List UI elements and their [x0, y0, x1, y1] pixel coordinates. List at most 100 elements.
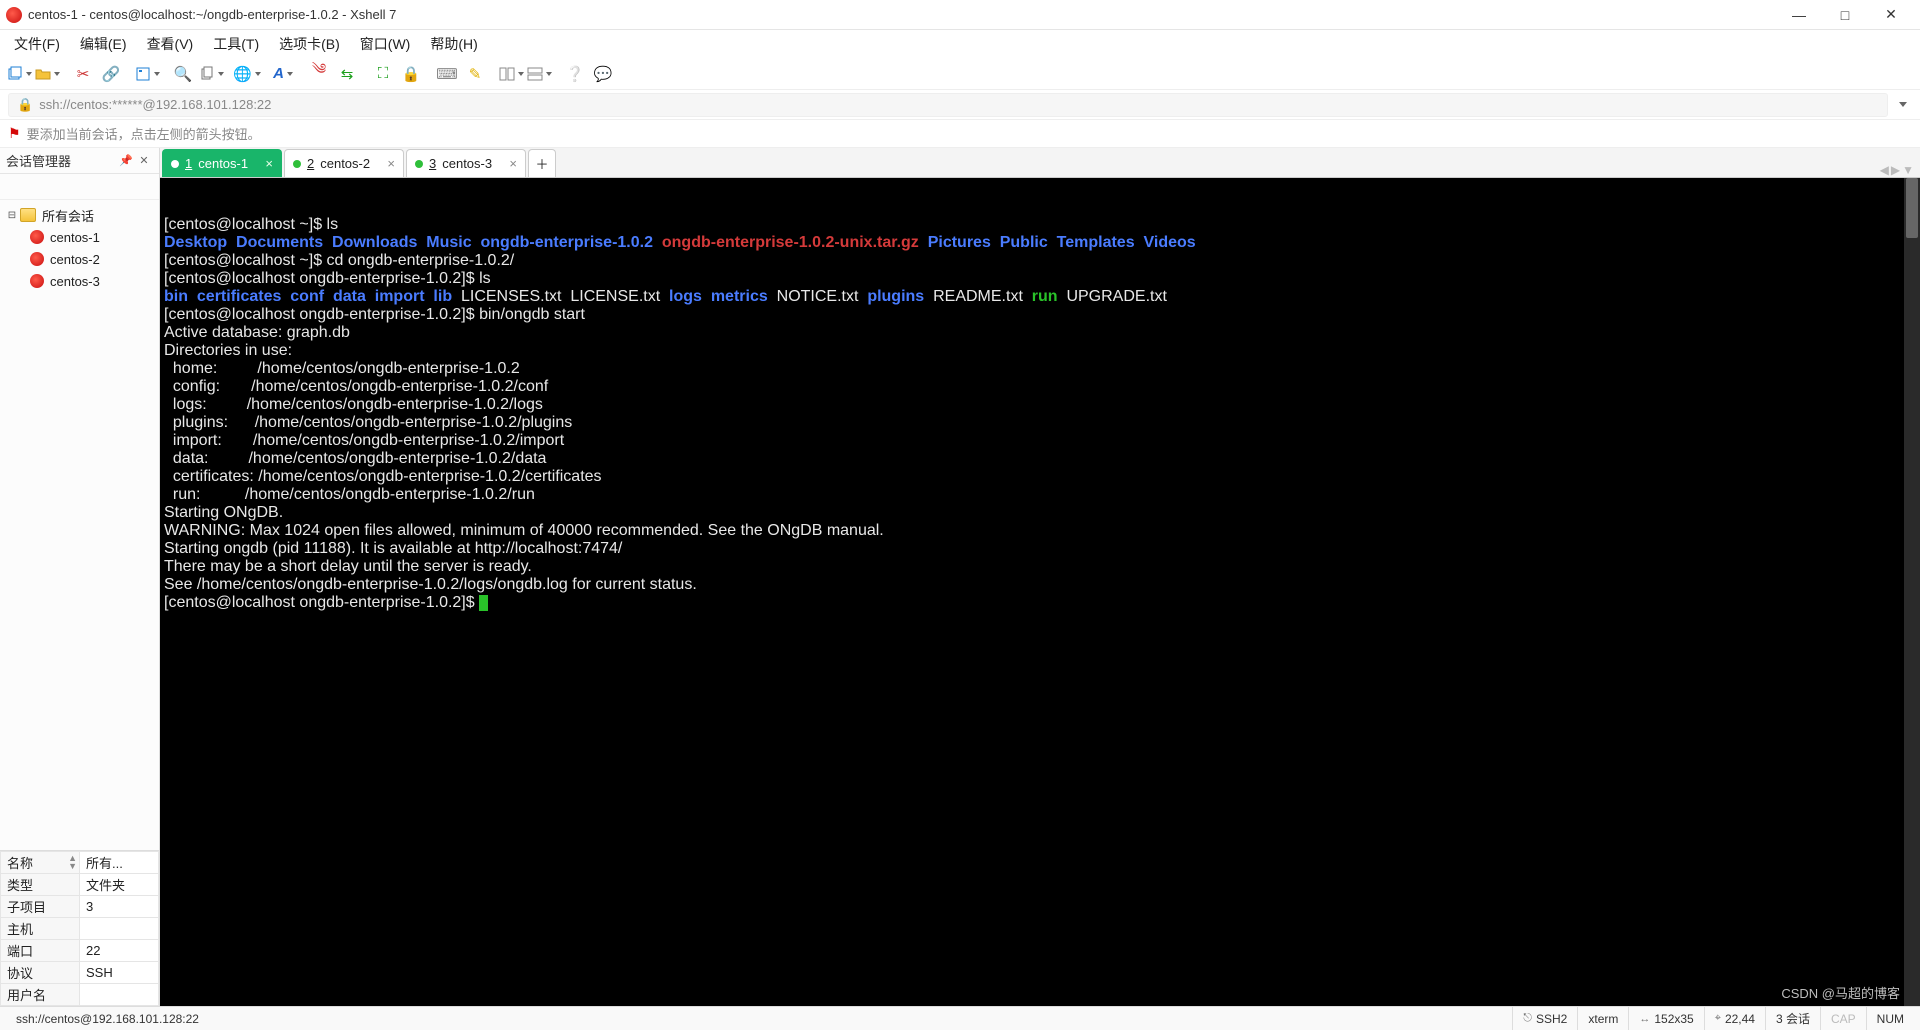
fullscreen-button[interactable]: ⛶	[370, 61, 396, 87]
lock-button[interactable]: 🔒	[398, 61, 424, 87]
session-label: centos-2	[50, 252, 100, 267]
status-size: ↔152x35	[1628, 1007, 1703, 1030]
tab-number: 1	[185, 156, 192, 171]
spiral-icon[interactable]: ༄	[306, 61, 332, 87]
session-tree-item[interactable]: centos-2	[2, 248, 157, 270]
terminal[interactable]: [centos@localhost ~]$ lsDesktop Document…	[160, 178, 1920, 1006]
tab-next-button[interactable]: ▶	[1891, 163, 1900, 177]
feedback-button[interactable]: 💬	[590, 61, 616, 87]
session-tab[interactable]: 1 centos-1 ×	[162, 149, 282, 177]
prop-key: 用户名	[1, 984, 80, 1006]
session-filter-input[interactable]	[4, 180, 159, 194]
cursor-icon: ⌖	[1715, 1012, 1721, 1025]
prop-val: 22	[80, 940, 159, 962]
menu-window[interactable]: 窗口(W)	[352, 31, 419, 57]
layout-button[interactable]	[526, 61, 552, 87]
font-button[interactable]: A	[270, 61, 296, 87]
prop-key: 名称▲▼	[1, 852, 80, 874]
prop-val: SSH	[80, 962, 159, 984]
status-dot-icon	[171, 160, 179, 168]
tree-root[interactable]: ⊟ 所有会话	[2, 204, 157, 226]
terminal-scrollbar[interactable]	[1904, 178, 1920, 1006]
session-panel-title: 会话管理器	[6, 151, 117, 170]
session-tab[interactable]: 2 centos-2 ×	[284, 149, 404, 177]
menu-edit[interactable]: 编辑(E)	[72, 31, 135, 57]
session-properties: 名称▲▼所有... 类型文件夹子项目3主机端口22协议SSH用户名	[0, 850, 159, 1006]
prop-key: 类型	[1, 874, 80, 896]
status-num: NUM	[1866, 1007, 1914, 1030]
session-manager-panel: 会话管理器 📌 ✕ 🔍 ⊟ 所有会话 centos-1centos-2cento…	[0, 148, 160, 1006]
hint-bar: ⚑ 要添加当前会话，点击左侧的箭头按钮。	[0, 120, 1920, 148]
scroll-arrows-icon[interactable]: ▲▼	[68, 854, 77, 870]
status-ssh: ⎋SSH2	[1512, 1007, 1577, 1030]
find-button[interactable]: 🔍	[170, 61, 196, 87]
prop-key: 协议	[1, 962, 80, 984]
prop-key: 主机	[1, 918, 80, 940]
session-tree-item[interactable]: centos-1	[2, 226, 157, 248]
tab-list-button[interactable]: ▼	[1902, 163, 1914, 177]
prop-key: 子项目	[1, 896, 80, 918]
split-button[interactable]	[498, 61, 524, 87]
reconnect-button[interactable]: 🔗	[98, 61, 124, 87]
new-session-button[interactable]	[6, 61, 32, 87]
expander-icon[interactable]: ⊟	[6, 210, 18, 221]
minimize-button[interactable]: —	[1776, 0, 1822, 30]
status-bar: ssh://centos@192.168.101.128:22 ⎋SSH2 xt…	[0, 1006, 1920, 1030]
pin-icon[interactable]: 📌	[117, 152, 135, 170]
maximize-button[interactable]: □	[1822, 0, 1868, 30]
session-panel-header: 会话管理器 📌 ✕	[0, 148, 159, 174]
properties-button[interactable]	[134, 61, 160, 87]
address-dropdown[interactable]	[1894, 96, 1912, 114]
ssh-icon: ⎋	[1523, 1012, 1532, 1025]
menu-help[interactable]: 帮助(H)	[422, 31, 485, 57]
lock-icon: 🔒	[17, 97, 33, 113]
copy-button[interactable]	[198, 61, 224, 87]
xftp-button[interactable]: ⇆	[334, 61, 360, 87]
folder-icon	[20, 208, 36, 222]
xshell-app-icon	[6, 7, 22, 23]
disconnect-button[interactable]: ✂	[70, 61, 96, 87]
tab-close-icon[interactable]: ×	[387, 156, 395, 171]
session-tab[interactable]: 3 centos-3 ×	[406, 149, 526, 177]
menu-tools[interactable]: 工具(T)	[205, 31, 267, 57]
session-icon	[30, 274, 44, 288]
help-button[interactable]: ❔	[562, 61, 588, 87]
hint-flag-icon: ⚑	[8, 125, 21, 142]
status-cap: CAP	[1820, 1007, 1866, 1030]
tab-label: centos-1	[198, 156, 248, 171]
menu-tab[interactable]: 选项卡(B)	[271, 31, 348, 57]
keyboard-button[interactable]: ⌨	[434, 61, 460, 87]
address-field[interactable]: 🔒 ssh://centos:******@192.168.101.128:22	[8, 93, 1888, 117]
tab-label: centos-3	[442, 156, 492, 171]
status-connection: ssh://centos@192.168.101.128:22	[6, 1007, 1512, 1030]
status-term: xterm	[1577, 1007, 1628, 1030]
globe-button[interactable]: 🌐	[234, 61, 260, 87]
tab-label: centos-2	[320, 156, 370, 171]
tab-close-icon[interactable]: ×	[509, 156, 517, 171]
open-session-button[interactable]	[34, 61, 60, 87]
hint-text: 要添加当前会话，点击左侧的箭头按钮。	[27, 124, 261, 143]
highlighter-button[interactable]: ✎	[462, 61, 488, 87]
panel-close-icon[interactable]: ✕	[135, 152, 153, 170]
session-label: centos-1	[50, 230, 100, 245]
toolbar: ✂ 🔗 🔍 🌐 A ༄ ⇆ ⛶ 🔒 ⌨ ✎ ❔ 💬	[0, 58, 1920, 90]
menu-file[interactable]: 文件(F)	[6, 31, 68, 57]
session-icon	[30, 230, 44, 244]
scrollbar-thumb[interactable]	[1906, 178, 1918, 238]
menu-view[interactable]: 查看(V)	[139, 31, 202, 57]
tab-prev-button[interactable]: ◀	[1880, 163, 1889, 177]
title-bar: centos-1 - centos@localhost:~/ongdb-ente…	[0, 0, 1920, 30]
status-dot-icon	[293, 160, 301, 168]
tab-number: 2	[307, 156, 314, 171]
address-text: ssh://centos:******@192.168.101.128:22	[39, 97, 271, 112]
tab-bar: 1 centos-1 × 2 centos-2 × 3 centos-3 × ＋ ◀ ▶ ▼	[160, 148, 1920, 178]
session-tree-item[interactable]: centos-3	[2, 270, 157, 292]
tab-nav: ◀ ▶ ▼	[1874, 163, 1920, 177]
tab-close-icon[interactable]: ×	[265, 156, 273, 171]
new-tab-button[interactable]: ＋	[528, 149, 556, 177]
session-tree: ⊟ 所有会话 centos-1 centos-2 centos-3	[0, 200, 159, 850]
prop-val: 所有...	[80, 852, 159, 874]
close-button[interactable]: ✕	[1868, 0, 1914, 30]
tab-number: 3	[429, 156, 436, 171]
session-icon	[30, 252, 44, 266]
